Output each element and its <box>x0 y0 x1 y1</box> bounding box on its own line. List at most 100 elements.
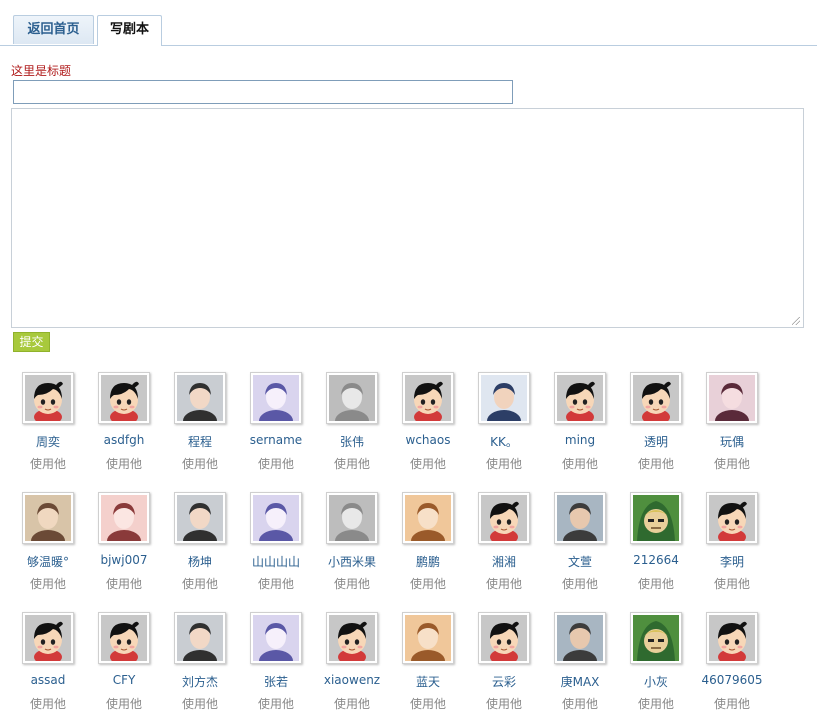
use-user-link[interactable]: 使用他 <box>314 455 390 472</box>
user-avatar[interactable] <box>98 612 150 664</box>
user-avatar[interactable] <box>22 492 74 544</box>
tab-write-script[interactable]: 写剧本 <box>97 15 162 46</box>
use-user-link[interactable]: 使用他 <box>694 695 770 712</box>
use-user-link[interactable]: 使用他 <box>238 695 314 712</box>
use-user-link[interactable]: 使用他 <box>10 455 86 472</box>
user-name[interactable]: 鹏鹏 <box>390 553 466 570</box>
user-avatar[interactable] <box>630 612 682 664</box>
user-name[interactable]: 文萱 <box>542 553 618 570</box>
user-avatar[interactable] <box>174 372 226 424</box>
user-avatar[interactable] <box>326 492 378 544</box>
user-avatar[interactable] <box>326 372 378 424</box>
user-name[interactable]: 张伟 <box>314 433 390 450</box>
user-name[interactable]: 周奕 <box>10 433 86 450</box>
user-name[interactable]: xiaowenz <box>314 673 390 687</box>
user-avatar[interactable] <box>98 372 150 424</box>
user-name[interactable]: 杨坤 <box>162 553 238 570</box>
user-avatar[interactable] <box>250 492 302 544</box>
user-name[interactable]: 程程 <box>162 433 238 450</box>
user-avatar[interactable] <box>478 612 530 664</box>
use-user-link[interactable]: 使用他 <box>238 455 314 472</box>
use-user-link[interactable]: 使用他 <box>618 695 694 712</box>
user-name[interactable]: assad <box>10 673 86 687</box>
user-avatar[interactable] <box>554 612 606 664</box>
user-avatar[interactable] <box>22 612 74 664</box>
user-name[interactable]: 刘方杰 <box>162 673 238 690</box>
user-avatar[interactable] <box>706 612 758 664</box>
user-avatar[interactable] <box>402 612 454 664</box>
use-user-link[interactable]: 使用他 <box>86 455 162 472</box>
user-name[interactable]: 蓝天 <box>390 673 466 690</box>
use-user-link[interactable]: 使用他 <box>162 455 238 472</box>
user-name[interactable]: 够温暖° <box>10 553 86 570</box>
use-user-link[interactable]: 使用他 <box>314 575 390 592</box>
tab-home[interactable]: 返回首页 <box>13 15 94 44</box>
user-avatar[interactable] <box>98 492 150 544</box>
user-name[interactable]: 湘湘 <box>466 553 542 570</box>
user-avatar[interactable] <box>402 492 454 544</box>
user-avatar[interactable] <box>554 492 606 544</box>
title-input[interactable] <box>13 80 513 104</box>
use-user-link[interactable]: 使用他 <box>542 695 618 712</box>
use-user-link[interactable]: 使用他 <box>694 455 770 472</box>
user-name[interactable]: asdfgh <box>86 433 162 447</box>
user-name[interactable]: 小西米果 <box>314 553 390 570</box>
use-user-link[interactable]: 使用他 <box>10 575 86 592</box>
use-user-link[interactable]: 使用他 <box>466 455 542 472</box>
user-name[interactable]: 李明 <box>694 553 770 570</box>
use-user-link[interactable]: 使用他 <box>542 575 618 592</box>
user-avatar[interactable] <box>250 372 302 424</box>
use-user-link[interactable]: 使用他 <box>162 695 238 712</box>
use-user-link[interactable]: 使用他 <box>10 695 86 712</box>
user-avatar[interactable] <box>22 372 74 424</box>
user-avatar[interactable] <box>250 612 302 664</box>
use-user-link[interactable]: 使用他 <box>238 575 314 592</box>
default-avatar-icon <box>101 375 147 421</box>
use-user-link[interactable]: 使用他 <box>314 695 390 712</box>
user-name[interactable]: 山山山山 <box>238 553 314 570</box>
user-name[interactable]: sername <box>238 433 314 447</box>
use-user-link[interactable]: 使用他 <box>466 575 542 592</box>
user-name[interactable]: 小灰 <box>618 673 694 690</box>
default-avatar-icon <box>329 615 375 661</box>
use-user-link[interactable]: 使用他 <box>466 695 542 712</box>
user-name[interactable]: 云彩 <box>466 673 542 690</box>
user-avatar[interactable] <box>706 372 758 424</box>
user-avatar[interactable] <box>706 492 758 544</box>
user-avatar[interactable] <box>402 372 454 424</box>
user-name[interactable]: 46079605 <box>694 673 770 687</box>
use-user-link[interactable]: 使用他 <box>618 455 694 472</box>
use-user-link[interactable]: 使用他 <box>86 575 162 592</box>
user-avatar[interactable] <box>630 372 682 424</box>
user-name[interactable]: 玩偶 <box>694 433 770 450</box>
use-user-link[interactable]: 使用他 <box>390 455 466 472</box>
user-name[interactable]: 庚MAX <box>542 673 618 690</box>
use-user-link[interactable]: 使用他 <box>390 575 466 592</box>
user-photo-icon <box>177 495 223 541</box>
user-avatar[interactable] <box>326 612 378 664</box>
user-card: 程程 使用他 <box>162 372 238 482</box>
use-user-link[interactable]: 使用他 <box>618 575 694 592</box>
user-name[interactable]: ming <box>542 433 618 447</box>
submit-button[interactable]: 提交 <box>13 332 50 352</box>
use-user-link[interactable]: 使用他 <box>86 695 162 712</box>
use-user-link[interactable]: 使用他 <box>390 695 466 712</box>
use-user-link[interactable]: 使用他 <box>694 575 770 592</box>
user-name[interactable]: KK。 <box>466 433 542 450</box>
user-avatar[interactable] <box>554 372 606 424</box>
user-name[interactable]: wchaos <box>390 433 466 447</box>
user-name[interactable]: 212664 <box>618 553 694 567</box>
user-avatar[interactable] <box>630 492 682 544</box>
use-user-link[interactable]: 使用他 <box>542 455 618 472</box>
user-avatar[interactable] <box>174 612 226 664</box>
script-body-textarea[interactable] <box>11 108 804 328</box>
user-name[interactable]: 透明 <box>618 433 694 450</box>
user-avatar[interactable] <box>478 372 530 424</box>
use-user-link[interactable]: 使用他 <box>162 575 238 592</box>
user-avatar[interactable] <box>174 492 226 544</box>
textarea-resize-grip[interactable] <box>792 317 800 325</box>
user-avatar[interactable] <box>478 492 530 544</box>
user-name[interactable]: bjwj007 <box>86 553 162 567</box>
user-name[interactable]: CFY <box>86 673 162 687</box>
user-name[interactable]: 张若 <box>238 673 314 690</box>
